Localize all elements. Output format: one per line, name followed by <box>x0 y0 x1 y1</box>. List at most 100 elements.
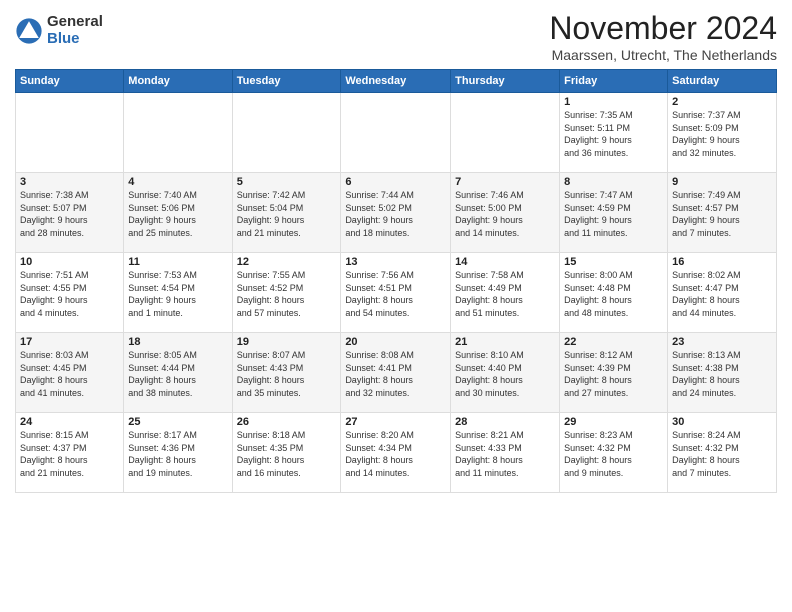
day-number: 5 <box>237 176 337 188</box>
calendar-cell: 30Sunrise: 8:24 AM Sunset: 4:32 PM Dayli… <box>668 413 777 493</box>
day-number: 16 <box>672 256 772 268</box>
col-header-monday: Monday <box>124 70 232 93</box>
calendar-cell: 12Sunrise: 7:55 AM Sunset: 4:52 PM Dayli… <box>232 253 341 333</box>
calendar-cell: 3Sunrise: 7:38 AM Sunset: 5:07 PM Daylig… <box>16 173 124 253</box>
calendar-week-row: 24Sunrise: 8:15 AM Sunset: 4:37 PM Dayli… <box>16 413 777 493</box>
calendar-cell: 7Sunrise: 7:46 AM Sunset: 5:00 PM Daylig… <box>451 173 560 253</box>
logo: General Blue <box>15 14 103 47</box>
day-number: 15 <box>564 256 663 268</box>
calendar-cell: 29Sunrise: 8:23 AM Sunset: 4:32 PM Dayli… <box>560 413 668 493</box>
day-number: 27 <box>345 416 446 428</box>
calendar-cell: 18Sunrise: 8:05 AM Sunset: 4:44 PM Dayli… <box>124 333 232 413</box>
calendar-cell: 5Sunrise: 7:42 AM Sunset: 5:04 PM Daylig… <box>232 173 341 253</box>
logo-icon <box>15 17 43 45</box>
day-info: Sunrise: 7:55 AM Sunset: 4:52 PM Dayligh… <box>237 269 337 319</box>
day-info: Sunrise: 7:44 AM Sunset: 5:02 PM Dayligh… <box>345 189 446 239</box>
day-info: Sunrise: 8:08 AM Sunset: 4:41 PM Dayligh… <box>345 349 446 399</box>
calendar-week-row: 17Sunrise: 8:03 AM Sunset: 4:45 PM Dayli… <box>16 333 777 413</box>
day-number: 23 <box>672 336 772 348</box>
calendar-cell: 13Sunrise: 7:56 AM Sunset: 4:51 PM Dayli… <box>341 253 451 333</box>
day-info: Sunrise: 7:35 AM Sunset: 5:11 PM Dayligh… <box>564 109 663 159</box>
calendar-cell: 15Sunrise: 8:00 AM Sunset: 4:48 PM Dayli… <box>560 253 668 333</box>
calendar-cell: 24Sunrise: 8:15 AM Sunset: 4:37 PM Dayli… <box>16 413 124 493</box>
day-number: 11 <box>128 256 227 268</box>
day-number: 19 <box>237 336 337 348</box>
calendar-cell: 10Sunrise: 7:51 AM Sunset: 4:55 PM Dayli… <box>16 253 124 333</box>
day-info: Sunrise: 7:56 AM Sunset: 4:51 PM Dayligh… <box>345 269 446 319</box>
calendar-cell: 8Sunrise: 7:47 AM Sunset: 4:59 PM Daylig… <box>560 173 668 253</box>
day-info: Sunrise: 8:17 AM Sunset: 4:36 PM Dayligh… <box>128 429 227 479</box>
day-info: Sunrise: 7:40 AM Sunset: 5:06 PM Dayligh… <box>128 189 227 239</box>
day-number: 4 <box>128 176 227 188</box>
day-info: Sunrise: 8:00 AM Sunset: 4:48 PM Dayligh… <box>564 269 663 319</box>
col-header-thursday: Thursday <box>451 70 560 93</box>
day-info: Sunrise: 8:10 AM Sunset: 4:40 PM Dayligh… <box>455 349 555 399</box>
calendar-cell: 14Sunrise: 7:58 AM Sunset: 4:49 PM Dayli… <box>451 253 560 333</box>
day-number: 24 <box>20 416 119 428</box>
day-number: 6 <box>345 176 446 188</box>
calendar-cell: 16Sunrise: 8:02 AM Sunset: 4:47 PM Dayli… <box>668 253 777 333</box>
calendar-cell: 26Sunrise: 8:18 AM Sunset: 4:35 PM Dayli… <box>232 413 341 493</box>
col-header-sunday: Sunday <box>16 70 124 93</box>
day-number: 10 <box>20 256 119 268</box>
day-number: 13 <box>345 256 446 268</box>
day-info: Sunrise: 8:21 AM Sunset: 4:33 PM Dayligh… <box>455 429 555 479</box>
calendar-cell: 4Sunrise: 7:40 AM Sunset: 5:06 PM Daylig… <box>124 173 232 253</box>
page: General Blue November 2024 Maarssen, Utr… <box>0 0 792 612</box>
calendar-week-row: 3Sunrise: 7:38 AM Sunset: 5:07 PM Daylig… <box>16 173 777 253</box>
day-number: 14 <box>455 256 555 268</box>
day-number: 29 <box>564 416 663 428</box>
day-info: Sunrise: 8:02 AM Sunset: 4:47 PM Dayligh… <box>672 269 772 319</box>
day-number: 1 <box>564 96 663 108</box>
calendar-week-row: 1Sunrise: 7:35 AM Sunset: 5:11 PM Daylig… <box>16 93 777 173</box>
day-info: Sunrise: 8:15 AM Sunset: 4:37 PM Dayligh… <box>20 429 119 479</box>
logo-text: General Blue <box>47 14 103 47</box>
day-info: Sunrise: 8:07 AM Sunset: 4:43 PM Dayligh… <box>237 349 337 399</box>
calendar-week-row: 10Sunrise: 7:51 AM Sunset: 4:55 PM Dayli… <box>16 253 777 333</box>
calendar-cell <box>124 93 232 173</box>
title-block: November 2024 Maarssen, Utrecht, The Net… <box>549 10 777 63</box>
calendar-cell: 1Sunrise: 7:35 AM Sunset: 5:11 PM Daylig… <box>560 93 668 173</box>
day-number: 18 <box>128 336 227 348</box>
day-info: Sunrise: 7:49 AM Sunset: 4:57 PM Dayligh… <box>672 189 772 239</box>
day-info: Sunrise: 7:58 AM Sunset: 4:49 PM Dayligh… <box>455 269 555 319</box>
calendar-cell <box>341 93 451 173</box>
calendar-cell: 11Sunrise: 7:53 AM Sunset: 4:54 PM Dayli… <box>124 253 232 333</box>
day-info: Sunrise: 7:51 AM Sunset: 4:55 PM Dayligh… <box>20 269 119 319</box>
calendar-cell: 17Sunrise: 8:03 AM Sunset: 4:45 PM Dayli… <box>16 333 124 413</box>
day-info: Sunrise: 8:12 AM Sunset: 4:39 PM Dayligh… <box>564 349 663 399</box>
calendar-cell: 22Sunrise: 8:12 AM Sunset: 4:39 PM Dayli… <box>560 333 668 413</box>
day-number: 2 <box>672 96 772 108</box>
day-number: 3 <box>20 176 119 188</box>
day-info: Sunrise: 8:24 AM Sunset: 4:32 PM Dayligh… <box>672 429 772 479</box>
calendar-cell: 2Sunrise: 7:37 AM Sunset: 5:09 PM Daylig… <box>668 93 777 173</box>
day-info: Sunrise: 8:05 AM Sunset: 4:44 PM Dayligh… <box>128 349 227 399</box>
calendar-cell <box>232 93 341 173</box>
day-number: 30 <box>672 416 772 428</box>
day-number: 25 <box>128 416 227 428</box>
logo-blue-label: Blue <box>47 31 103 48</box>
day-number: 28 <box>455 416 555 428</box>
day-info: Sunrise: 7:42 AM Sunset: 5:04 PM Dayligh… <box>237 189 337 239</box>
calendar-cell: 23Sunrise: 8:13 AM Sunset: 4:38 PM Dayli… <box>668 333 777 413</box>
col-header-friday: Friday <box>560 70 668 93</box>
day-info: Sunrise: 8:18 AM Sunset: 4:35 PM Dayligh… <box>237 429 337 479</box>
day-info: Sunrise: 7:47 AM Sunset: 4:59 PM Dayligh… <box>564 189 663 239</box>
day-number: 12 <box>237 256 337 268</box>
month-title: November 2024 <box>549 10 777 47</box>
calendar-cell <box>451 93 560 173</box>
calendar-cell: 9Sunrise: 7:49 AM Sunset: 4:57 PM Daylig… <box>668 173 777 253</box>
calendar-cell: 25Sunrise: 8:17 AM Sunset: 4:36 PM Dayli… <box>124 413 232 493</box>
day-info: Sunrise: 8:03 AM Sunset: 4:45 PM Dayligh… <box>20 349 119 399</box>
day-number: 26 <box>237 416 337 428</box>
day-info: Sunrise: 7:37 AM Sunset: 5:09 PM Dayligh… <box>672 109 772 159</box>
day-info: Sunrise: 7:53 AM Sunset: 4:54 PM Dayligh… <box>128 269 227 319</box>
calendar-cell: 28Sunrise: 8:21 AM Sunset: 4:33 PM Dayli… <box>451 413 560 493</box>
day-number: 22 <box>564 336 663 348</box>
col-header-tuesday: Tuesday <box>232 70 341 93</box>
day-number: 20 <box>345 336 446 348</box>
col-header-saturday: Saturday <box>668 70 777 93</box>
day-number: 21 <box>455 336 555 348</box>
calendar-cell: 21Sunrise: 8:10 AM Sunset: 4:40 PM Dayli… <box>451 333 560 413</box>
calendar-cell: 27Sunrise: 8:20 AM Sunset: 4:34 PM Dayli… <box>341 413 451 493</box>
